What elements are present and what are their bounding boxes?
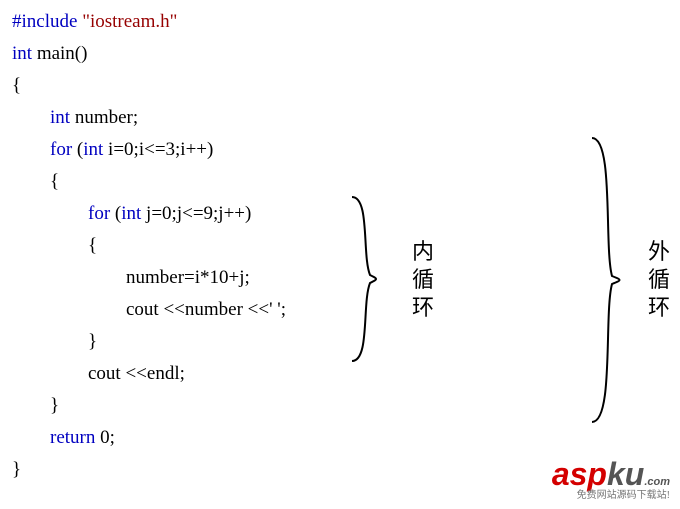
code-text: cout <<endl; <box>88 363 185 384</box>
keyword-int: int <box>50 107 70 128</box>
keyword-return: return <box>50 427 95 448</box>
code-line-12: cout <<endl; <box>12 358 680 390</box>
brace-open: { <box>12 75 21 96</box>
label-inner-char2: 循 <box>412 266 434 294</box>
watermark-asp: asp <box>552 456 607 492</box>
code-text: ( <box>72 139 83 160</box>
code-line-10: cout <<number <<' '; <box>12 294 680 326</box>
code-line-2: int main() <box>12 38 680 70</box>
label-inner-char3: 环 <box>412 294 434 322</box>
label-inner-char1: 内 <box>412 238 434 266</box>
brace-close: } <box>12 459 21 480</box>
brace-close: } <box>88 331 97 352</box>
label-outer-loop: 外 循 环 <box>648 238 670 322</box>
keyword-int: int <box>12 43 32 64</box>
code-line-13: } <box>12 390 680 422</box>
preprocessor: #include <box>12 11 77 32</box>
label-outer-char2: 循 <box>648 266 670 294</box>
keyword-for: for <box>88 203 110 224</box>
watermark-brand: aspku.com <box>552 458 670 490</box>
brace-open: { <box>50 171 59 192</box>
brace-outer-icon <box>588 136 634 424</box>
code-line-3: { <box>12 70 680 102</box>
watermark-com: .com <box>644 476 670 488</box>
code-text: main() <box>32 43 87 64</box>
code-line-14: return 0; <box>12 422 680 454</box>
code-line-6: { <box>12 166 680 198</box>
code-text: ( <box>110 203 121 224</box>
code-text: 0; <box>95 427 115 448</box>
code-text: number=i*10+j; <box>126 267 250 288</box>
code-line-9: number=i*10+j; <box>12 262 680 294</box>
code-text: cout <<number <<' '; <box>126 299 286 320</box>
keyword-int: int <box>121 203 141 224</box>
code-line-8: { <box>12 230 680 262</box>
code-text: i=0;i<=3;i++) <box>103 139 213 160</box>
watermark-ku: ku <box>607 456 644 492</box>
label-inner-loop: 内 循 环 <box>412 238 434 322</box>
keyword-int: int <box>83 139 103 160</box>
brace-close: } <box>50 395 59 416</box>
brace-open: { <box>88 235 97 256</box>
code-line-5: for (int i=0;i<=3;i++) <box>12 134 680 166</box>
code-line-11: } <box>12 326 680 358</box>
code-line-7: for (int j=0;j<=9;j++) <box>12 198 680 230</box>
label-outer-char1: 外 <box>648 238 670 266</box>
keyword-for: for <box>50 139 72 160</box>
code-text: j=0;j<=9;j++) <box>141 203 251 224</box>
label-outer-char3: 环 <box>648 294 670 322</box>
code-text: number; <box>70 107 138 128</box>
watermark-sub: 免费网站源码下载站! <box>552 491 670 501</box>
string-literal: "iostream.h" <box>77 11 177 32</box>
code-line-1: #include "iostream.h" <box>12 6 680 38</box>
brace-inner-icon <box>348 195 394 363</box>
code-line-4: int number; <box>12 102 680 134</box>
watermark: aspku.com 免费网站源码下载站! <box>552 458 670 501</box>
